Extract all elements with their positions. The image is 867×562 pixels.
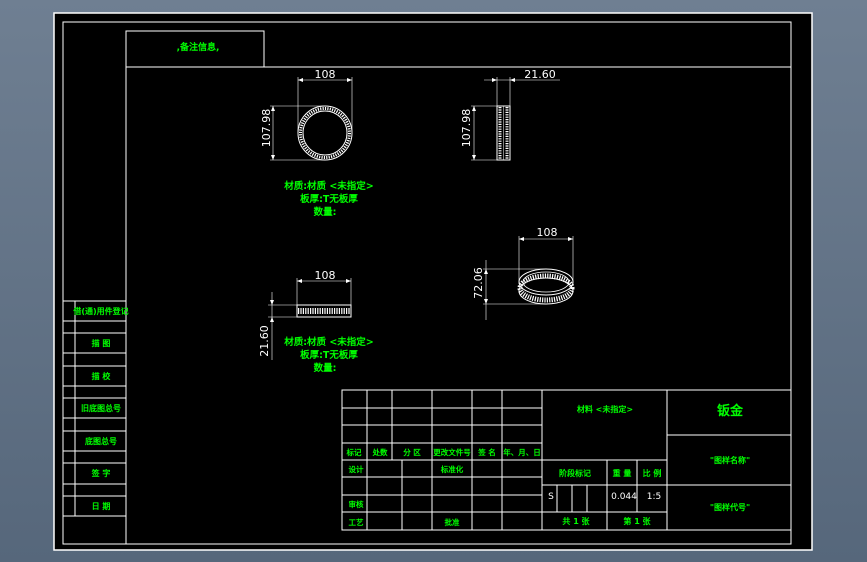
side-width-dim: 21.60 (524, 68, 556, 81)
note-box: ,备注信息, (125, 30, 265, 68)
weight-label: 重 量 (613, 468, 632, 478)
review-label: 审核 (349, 499, 364, 509)
design-label: 设计 (349, 464, 364, 474)
strip-label-base: 底图总号 (84, 436, 117, 446)
strip-label-date: 日 期 (92, 501, 111, 511)
stage-value: S (548, 492, 554, 502)
top-height-dim: 21.60 (258, 325, 271, 357)
sheet-number: 第 1 张 (623, 516, 651, 526)
approve-label: 批准 (445, 517, 460, 527)
stage-mark-label: 阶段标记 (559, 468, 591, 478)
material-note-2-line1: 材质:材质 <未指定> (283, 336, 374, 348)
company-name: 钣金 (717, 403, 744, 419)
iso-width-dim: 108 (537, 226, 558, 239)
strip-label-trace-check: 描 校 (92, 371, 112, 381)
front-width-dim: 108 (315, 68, 336, 81)
material-note-1-line1: 材质:材质 <未指定> (283, 180, 374, 192)
weight-value: 0.044 (611, 492, 637, 502)
material-note-1-line3: 数量: (313, 206, 337, 218)
rev-header-doc: 更改文件号 (433, 447, 471, 457)
top-width-dim: 108 (315, 269, 336, 282)
scale-label: 比 例 (643, 468, 662, 478)
scale-value: 1:5 (647, 492, 661, 502)
strip-label-sign: 签 字 (91, 468, 111, 478)
strip-label-trace: 描 图 (92, 338, 111, 348)
rev-header-mark: 标记 (346, 447, 362, 457)
iso-height-dim: 72.06 (472, 267, 485, 299)
side-height-dim: 107.98 (460, 109, 473, 148)
note-text: ,备注信息, (177, 41, 220, 53)
material-note-2-line2: 板厚:T无板厚 (300, 349, 358, 361)
material-note-2-line3: 数量: (313, 362, 337, 374)
strip-label-old-base: 旧底图总号 (81, 403, 121, 413)
standardize-label: 标准化 (440, 464, 464, 474)
material-label: 材料 <未指定> (577, 404, 633, 414)
sheet-background (53, 12, 813, 551)
rev-header-sign: 签 名 (477, 447, 496, 457)
strip-label-borrowed: 借(通)用件登记 (72, 306, 128, 316)
rev-header-count: 处数 (372, 447, 388, 457)
process-label: 工艺 (349, 517, 364, 527)
material-note-1-line2: 板厚:T无板厚 (300, 193, 358, 205)
front-height-dim: 107.98 (260, 109, 273, 148)
drawing-code: "图样代号" (710, 502, 750, 512)
rev-header-zone: 分 区 (403, 447, 421, 457)
cad-drawing-canvas[interactable]: ,备注信息, 借(通)用件登记 描 图 描 校 旧底图总号 底图总号 签 字 日… (0, 0, 867, 562)
drawing-name: "图样名称" (710, 455, 750, 465)
rev-header-date: 年、月、日 (503, 447, 541, 457)
sheets-total: 共 1 张 (562, 516, 590, 526)
